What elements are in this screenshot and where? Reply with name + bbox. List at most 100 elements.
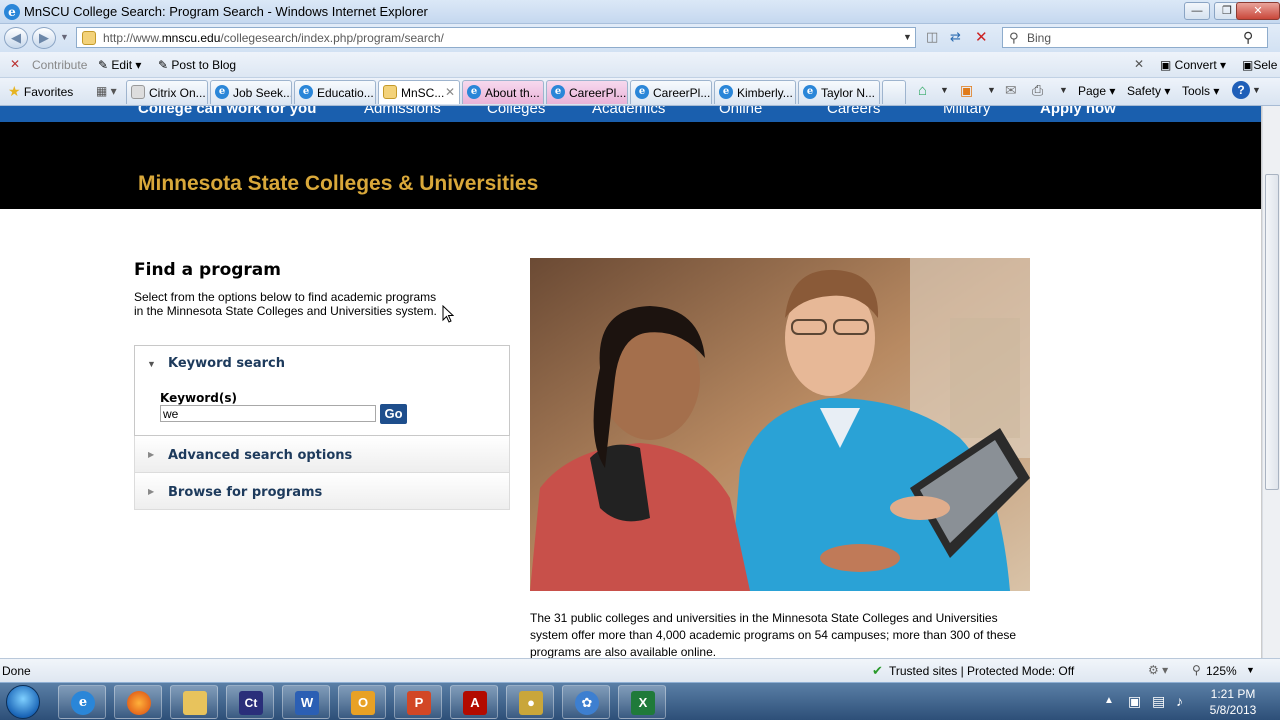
minimize-button[interactable]: — [1184, 2, 1210, 20]
tab-education[interactable]: e Educatio... [294, 80, 376, 104]
tab-about[interactable]: e About th... [462, 80, 544, 104]
stop-icon[interactable]: ✕ [975, 28, 988, 46]
tab-job-seek[interactable]: e Job Seek... [210, 80, 292, 104]
nav-online[interactable]: Online [719, 106, 762, 117]
rss-feed-icon[interactable]: ▣ [960, 82, 973, 99]
excel-icon: X [631, 691, 655, 715]
close-toolbar-icon[interactable]: ✕ [10, 57, 20, 71]
taskbar-word[interactable]: W [282, 685, 330, 719]
volume-icon[interactable]: ♪ [1176, 693, 1183, 709]
post-to-blog-button[interactable]: ✎ Post to Blog [158, 58, 236, 72]
edit-button[interactable]: ✎ Edit ▾ [98, 58, 141, 72]
nav-colleges[interactable]: Colleges [487, 106, 545, 117]
show-hidden-icons[interactable]: ▲ [1104, 695, 1114, 706]
taskbar-contribute[interactable]: Ct [226, 685, 274, 719]
refresh-icon[interactable]: ⇄ [950, 29, 961, 45]
powerpoint-icon: P [407, 691, 431, 715]
security-zone[interactable]: Trusted sites | Protected Mode: Off [889, 664, 1074, 678]
nav-military[interactable]: Military [943, 106, 991, 117]
window-title-bar: e MnSCU College Search: Program Search -… [0, 0, 1280, 24]
compatibility-view-icon[interactable]: ◫ [926, 29, 938, 45]
nav-careers[interactable]: Careers [827, 106, 880, 117]
taskbar-explorer[interactable] [170, 685, 218, 719]
close-pdf-toolbar-icon[interactable]: ✕ [1134, 57, 1144, 71]
nav-apply-now[interactable]: Apply now [1040, 106, 1116, 117]
site-nav-bar: College can work for you Admissions Coll… [0, 106, 1261, 122]
close-tab-icon[interactable]: ✕ [445, 85, 455, 99]
home-dropdown-icon[interactable]: ▼ [940, 85, 949, 95]
protected-mode-icon[interactable]: ⚙ ▾ [1148, 663, 1168, 677]
nav-college-can-work[interactable]: College can work for you [138, 106, 316, 117]
search-box[interactable]: ⚲ Bing ⚲ [1002, 27, 1268, 48]
page-scrollbar[interactable] [1262, 106, 1280, 658]
page-description: Select from the options below to find ac… [134, 290, 437, 318]
collapse-triangle-icon[interactable]: ▼ [147, 359, 156, 369]
home-icon[interactable]: ⌂ [918, 82, 927, 99]
tab-citrix[interactable]: Citrix On... [126, 80, 208, 104]
go-button[interactable]: Go [380, 404, 407, 424]
help-dropdown-icon[interactable]: ▼ [1252, 85, 1261, 95]
keyword-search-heading[interactable]: Keyword search [168, 356, 285, 371]
tab-mnscu[interactable]: MnSC... ✕ [378, 80, 460, 104]
taskbar-powerpoint[interactable]: P [394, 685, 442, 719]
intro-paragraph: The 31 public colleges and universities … [530, 611, 1017, 658]
taskbar-outlook[interactable]: O [338, 685, 386, 719]
tools-menu[interactable]: Tools ▾ [1182, 84, 1219, 98]
page-menu[interactable]: Page ▾ [1078, 84, 1115, 98]
taskbar-acrobat[interactable]: A [450, 685, 498, 719]
tab-kimberly[interactable]: e Kimberly... [714, 80, 796, 104]
tab-taylor[interactable]: e Taylor N... [798, 80, 880, 104]
favorites-button[interactable]: ★ Favorites [8, 83, 73, 100]
outlook-icon: O [351, 691, 375, 715]
forward-button[interactable]: ▶ [32, 27, 56, 49]
advanced-search-heading[interactable]: Advanced search options [168, 448, 352, 463]
address-dropdown-icon[interactable]: ▼ [903, 32, 912, 42]
nav-academics[interactable]: Academics [592, 106, 665, 117]
tab-careerplanning-1[interactable]: e CareerPl... [546, 80, 628, 104]
close-window-button[interactable]: ✕ [1236, 2, 1280, 20]
taskbar-flower-app[interactable]: ✿ [562, 685, 610, 719]
network-tray-icon[interactable]: ▤ [1152, 693, 1165, 710]
safety-menu[interactable]: Safety ▾ [1127, 84, 1170, 98]
nav-admissions[interactable]: Admissions [364, 106, 441, 117]
status-text: Done [2, 664, 31, 678]
zoom-dropdown-icon[interactable]: ▼ [1246, 665, 1255, 675]
new-tab-button[interactable] [882, 80, 906, 104]
print-icon[interactable]: ⎙ [1032, 82, 1043, 99]
feed-dropdown-icon[interactable]: ▼ [987, 85, 996, 95]
flower-icon: ✿ [575, 691, 599, 715]
quick-tabs-icon[interactable]: ▦ ▾ [96, 84, 117, 98]
read-mail-icon[interactable]: ✉ [1005, 82, 1017, 99]
taskbar-security-app[interactable]: ● [506, 685, 554, 719]
clock-time: 1:21 PM [1210, 687, 1256, 701]
contribute-button[interactable]: Contribute [32, 58, 87, 72]
taskbar-ie[interactable]: e [58, 685, 106, 719]
site-favicon-icon [82, 31, 96, 45]
zoom-icon[interactable]: ⚲ [1192, 663, 1201, 677]
page-title: Find a program [134, 260, 281, 280]
search-go-icon[interactable]: ⚲ [1243, 29, 1253, 46]
lock-folder-icon: ● [519, 691, 543, 715]
scrollbar-thumb[interactable] [1265, 174, 1279, 490]
help-icon[interactable]: ? [1232, 81, 1250, 99]
students-photo-illustration [530, 258, 1030, 591]
address-bar[interactable]: http://www.mnscu.edu/collegesearch/index… [76, 27, 916, 48]
print-dropdown-icon[interactable]: ▼ [1059, 85, 1068, 95]
keyword-input[interactable] [160, 405, 376, 422]
taskbar-firefox[interactable] [114, 685, 162, 719]
tab-careerplanning-2[interactable]: e CareerPl... [630, 80, 712, 104]
browse-programs-heading[interactable]: Browse for programs [168, 485, 322, 500]
taskbar-excel[interactable]: X [618, 685, 666, 719]
device-tray-icon[interactable]: ▣ [1128, 693, 1141, 710]
ie-page-icon: e [467, 85, 481, 99]
citrix-favicon-icon [131, 85, 145, 99]
system-clock[interactable]: 1:21 PM 5/8/2013 [1196, 686, 1270, 718]
zoom-level[interactable]: 125% [1206, 664, 1237, 678]
history-dropdown-icon[interactable]: ▼ [60, 32, 69, 42]
back-button[interactable]: ◀ [4, 27, 28, 49]
convert-button[interactable]: ▣ Convert ▾ [1160, 58, 1226, 72]
contribute-icon: Ct [239, 691, 263, 715]
site-title[interactable]: Minnesota State Colleges & Universities [138, 172, 538, 196]
start-button[interactable] [6, 685, 40, 719]
select-button[interactable]: ▣Sele [1242, 58, 1277, 72]
